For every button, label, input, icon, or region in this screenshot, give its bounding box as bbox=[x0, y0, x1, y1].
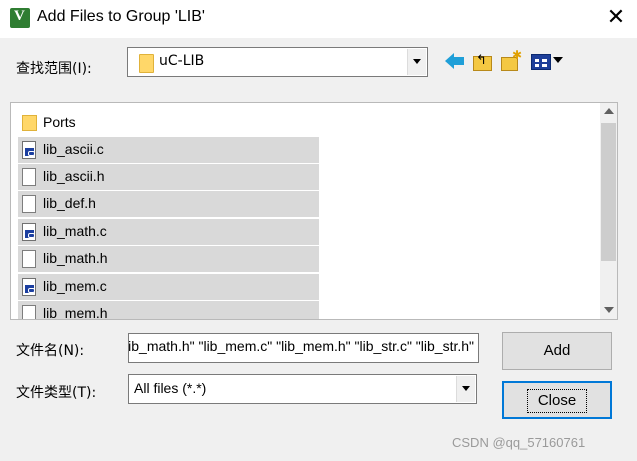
c-file-icon bbox=[22, 223, 36, 241]
view-menu-icon[interactable] bbox=[531, 51, 565, 71]
list-item[interactable]: lib_ascii.c bbox=[18, 137, 319, 163]
file-name: lib_math.h bbox=[43, 250, 108, 266]
list-item[interactable]: lib_math.h bbox=[18, 246, 319, 272]
keil-app-icon bbox=[10, 8, 30, 28]
close-button[interactable]: Close bbox=[502, 381, 612, 419]
file-name: lib_def.h bbox=[43, 195, 96, 211]
file-type-dropdown[interactable]: All files (*.*) bbox=[128, 374, 477, 404]
watermark: CSDN @qq_57160761 bbox=[452, 435, 586, 450]
c-file-icon bbox=[22, 141, 36, 159]
list-item[interactable]: lib_ascii.h bbox=[18, 164, 319, 190]
scroll-down-icon[interactable] bbox=[604, 307, 614, 313]
look-in-label: 查找范围(I): bbox=[16, 61, 92, 77]
close-button-label: Close bbox=[526, 389, 588, 413]
add-button[interactable]: Add bbox=[502, 332, 612, 370]
add-files-dialog: Add Files to Group 'LIB' ✕ 查找范围(I): uC-L… bbox=[0, 0, 637, 461]
look-in-value: uC-LIB bbox=[159, 53, 205, 69]
file-name: lib_ascii.c bbox=[43, 141, 104, 157]
file-name: lib_mem.c bbox=[43, 278, 107, 294]
close-icon[interactable]: ✕ bbox=[600, 4, 632, 32]
file-type-value: All files (*.*) bbox=[134, 380, 207, 396]
back-icon[interactable] bbox=[445, 51, 465, 71]
list-item[interactable]: lib_math.c bbox=[18, 219, 319, 245]
vertical-scrollbar[interactable] bbox=[600, 103, 617, 319]
file-icon bbox=[22, 168, 36, 186]
file-icon bbox=[22, 305, 36, 319]
chevron-down-icon[interactable] bbox=[456, 376, 475, 402]
folder-icon bbox=[139, 54, 154, 73]
file-icon bbox=[22, 195, 36, 213]
file-list[interactable]: Ports lib_ascii.c lib_ascii.h lib_def.h … bbox=[10, 102, 618, 320]
list-item[interactable]: lib_def.h bbox=[18, 191, 319, 217]
scroll-up-icon[interactable] bbox=[604, 108, 614, 114]
file-name-label: 文件名(N): bbox=[16, 343, 85, 359]
file-type-label: 文件类型(T): bbox=[16, 385, 97, 401]
folder-icon bbox=[22, 115, 37, 131]
c-file-icon bbox=[22, 278, 36, 296]
file-name: lib_math.c bbox=[43, 223, 107, 239]
window-title: Add Files to Group 'LIB' bbox=[37, 8, 205, 25]
file-icon bbox=[22, 250, 36, 268]
file-name: Ports bbox=[43, 114, 76, 130]
file-name-input[interactable]: ‎"lib_ascii.c" "lib_ascii.h" "lib_def.h"… bbox=[128, 333, 479, 363]
list-item[interactable]: lib_mem.c bbox=[18, 274, 319, 300]
title-bar: Add Files to Group 'LIB' ✕ bbox=[0, 0, 637, 38]
scrollbar-thumb[interactable] bbox=[601, 123, 616, 261]
new-folder-icon[interactable] bbox=[501, 48, 522, 71]
up-folder-icon[interactable] bbox=[472, 51, 492, 71]
chevron-down-icon[interactable] bbox=[407, 49, 426, 75]
file-name: lib_mem.h bbox=[43, 305, 108, 320]
look-in-dropdown[interactable]: uC-LIB bbox=[127, 47, 428, 77]
list-item[interactable]: lib_mem.h bbox=[18, 301, 319, 320]
file-name: lib_ascii.h bbox=[43, 168, 105, 184]
list-item-ports[interactable]: Ports bbox=[18, 110, 319, 136]
